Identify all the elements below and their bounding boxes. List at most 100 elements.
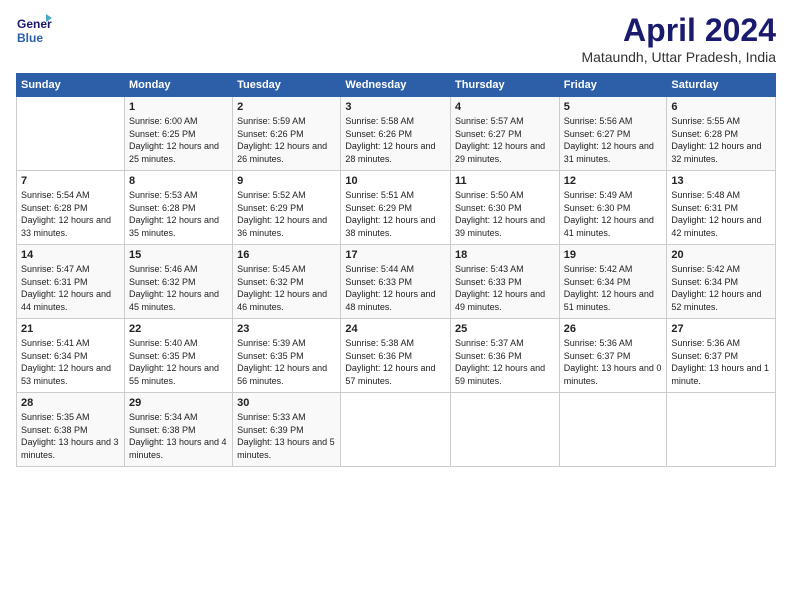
cell-1-1: 8 Sunrise: 5:53 AM Sunset: 6:28 PM Daylig… [124,171,232,245]
day-number: 28 [21,397,120,409]
cell-2-2: 16Sunrise: 5:45 AM Sunset: 6:32 PM Dayli… [233,245,341,319]
cell-0-3: 3 Sunrise: 5:58 AM Sunset: 6:26 PM Daylig… [341,97,451,171]
week-row-3: 21 Sunrise: 5:41 AM Sunset: 6:34 PM Dayli… [17,319,776,393]
day-number: 2 [237,101,336,113]
day-info: Sunrise: 5:53 AM Sunset: 6:28 PM Dayligh… [129,189,228,239]
day-number: 17 [345,249,446,261]
col-header-friday: Friday [559,74,667,97]
day-info: Sunrise: 5:36 AM Sunset: 6:37 PM Dayligh… [564,337,663,387]
week-row-2: 14 Sunrise: 5:47 AM Sunset: 6:31 PM Dayli… [17,245,776,319]
cell-1-5: 12Sunrise: 5:49 AM Sunset: 6:30 PM Dayli… [559,171,667,245]
day-info: Sunrise: 5:59 AM Sunset: 6:26 PM Dayligh… [237,115,336,165]
day-info: Sunrise: 5:56 AM Sunset: 6:27 PM Dayligh… [564,115,663,165]
day-info: Sunrise: 5:39 AM Sunset: 6:35 PM Dayligh… [237,337,336,387]
day-number: 21 [21,323,120,335]
day-info: Sunrise: 5:41 AM Sunset: 6:34 PM Dayligh… [21,337,120,387]
cell-4-3 [341,393,451,467]
day-info: Sunrise: 5:47 AM Sunset: 6:31 PM Dayligh… [21,263,120,313]
day-number: 4 [455,101,555,113]
week-row-0: 1 Sunrise: 6:00 AM Sunset: 6:25 PM Daylig… [17,97,776,171]
day-number: 8 [129,175,228,187]
day-number: 10 [345,175,446,187]
subtitle: Mataundh, Uttar Pradesh, India [581,49,776,65]
cell-0-4: 4 Sunrise: 5:57 AM Sunset: 6:27 PM Daylig… [451,97,560,171]
day-info: Sunrise: 5:58 AM Sunset: 6:26 PM Dayligh… [345,115,446,165]
cell-0-5: 5 Sunrise: 5:56 AM Sunset: 6:27 PM Daylig… [559,97,667,171]
cell-4-1: 29Sunrise: 5:34 AM Sunset: 6:38 PM Dayli… [124,393,232,467]
cell-2-6: 20Sunrise: 5:42 AM Sunset: 6:34 PM Dayli… [667,245,776,319]
day-number: 29 [129,397,228,409]
day-info: Sunrise: 5:51 AM Sunset: 6:29 PM Dayligh… [345,189,446,239]
day-number: 3 [345,101,446,113]
day-info: Sunrise: 5:52 AM Sunset: 6:29 PM Dayligh… [237,189,336,239]
day-number: 25 [455,323,555,335]
cell-2-4: 18 Sunrise: 5:43 AM Sunset: 6:33 PM Dayli… [451,245,560,319]
cell-0-0 [17,97,125,171]
page: General Blue April 2024 Mataundh, Uttar … [0,0,792,612]
day-number: 26 [564,323,663,335]
day-info: Sunrise: 5:35 AM Sunset: 6:38 PM Dayligh… [21,411,120,461]
header: General Blue April 2024 Mataundh, Uttar … [16,12,776,65]
title-block: April 2024 Mataundh, Uttar Pradesh, Indi… [581,12,776,65]
cell-4-6 [667,393,776,467]
cell-3-5: 26 Sunrise: 5:36 AM Sunset: 6:37 PM Dayli… [559,319,667,393]
day-number: 27 [671,323,771,335]
cell-2-0: 14 Sunrise: 5:47 AM Sunset: 6:31 PM Dayli… [17,245,125,319]
day-number: 22 [129,323,228,335]
day-info: Sunrise: 6:00 AM Sunset: 6:25 PM Dayligh… [129,115,228,165]
day-info: Sunrise: 5:57 AM Sunset: 6:27 PM Dayligh… [455,115,555,165]
calendar-table: SundayMondayTuesdayWednesdayThursdayFrid… [16,73,776,467]
day-info: Sunrise: 5:37 AM Sunset: 6:36 PM Dayligh… [455,337,555,387]
day-number: 14 [21,249,120,261]
day-number: 9 [237,175,336,187]
day-info: Sunrise: 5:54 AM Sunset: 6:28 PM Dayligh… [21,189,120,239]
day-number: 24 [345,323,446,335]
day-number: 7 [21,175,120,187]
day-number: 13 [671,175,771,187]
day-info: Sunrise: 5:40 AM Sunset: 6:35 PM Dayligh… [129,337,228,387]
col-header-monday: Monday [124,74,232,97]
col-header-tuesday: Tuesday [233,74,341,97]
day-number: 30 [237,397,336,409]
cell-3-0: 21 Sunrise: 5:41 AM Sunset: 6:34 PM Dayli… [17,319,125,393]
main-title: April 2024 [581,12,776,49]
day-number: 18 [455,249,555,261]
col-header-thursday: Thursday [451,74,560,97]
col-header-sunday: Sunday [17,74,125,97]
cell-2-3: 17 Sunrise: 5:44 AM Sunset: 6:33 PM Dayli… [341,245,451,319]
day-number: 6 [671,101,771,113]
cell-2-5: 19Sunrise: 5:42 AM Sunset: 6:34 PM Dayli… [559,245,667,319]
cell-4-5 [559,393,667,467]
cell-3-4: 25 Sunrise: 5:37 AM Sunset: 6:36 PM Dayli… [451,319,560,393]
day-info: Sunrise: 5:44 AM Sunset: 6:33 PM Dayligh… [345,263,446,313]
cell-1-2: 9 Sunrise: 5:52 AM Sunset: 6:29 PM Daylig… [233,171,341,245]
day-info: Sunrise: 5:43 AM Sunset: 6:33 PM Dayligh… [455,263,555,313]
cell-4-4 [451,393,560,467]
day-number: 19 [564,249,663,261]
day-number: 1 [129,101,228,113]
cell-3-6: 27 Sunrise: 5:36 AM Sunset: 6:37 PM Dayli… [667,319,776,393]
day-info: Sunrise: 5:50 AM Sunset: 6:30 PM Dayligh… [455,189,555,239]
col-header-saturday: Saturday [667,74,776,97]
cell-0-6: 6 Sunrise: 5:55 AM Sunset: 6:28 PM Daylig… [667,97,776,171]
day-number: 11 [455,175,555,187]
day-info: Sunrise: 5:36 AM Sunset: 6:37 PM Dayligh… [671,337,771,387]
cell-3-1: 22 Sunrise: 5:40 AM Sunset: 6:35 PM Dayli… [124,319,232,393]
day-info: Sunrise: 5:55 AM Sunset: 6:28 PM Dayligh… [671,115,771,165]
cell-2-1: 15Sunrise: 5:46 AM Sunset: 6:32 PM Dayli… [124,245,232,319]
cell-4-0: 28 Sunrise: 5:35 AM Sunset: 6:38 PM Dayli… [17,393,125,467]
logo-container: General Blue [16,12,52,48]
day-info: Sunrise: 5:48 AM Sunset: 6:31 PM Dayligh… [671,189,771,239]
day-number: 5 [564,101,663,113]
week-row-1: 7 Sunrise: 5:54 AM Sunset: 6:28 PM Daylig… [17,171,776,245]
day-info: Sunrise: 5:38 AM Sunset: 6:36 PM Dayligh… [345,337,446,387]
cell-3-2: 23 Sunrise: 5:39 AM Sunset: 6:35 PM Dayli… [233,319,341,393]
logo: General Blue [16,12,52,48]
header-row: SundayMondayTuesdayWednesdayThursdayFrid… [17,74,776,97]
svg-text:Blue: Blue [17,31,43,45]
cell-1-3: 10 Sunrise: 5:51 AM Sunset: 6:29 PM Dayli… [341,171,451,245]
day-info: Sunrise: 5:45 AM Sunset: 6:32 PM Dayligh… [237,263,336,313]
day-number: 23 [237,323,336,335]
cell-0-1: 1 Sunrise: 6:00 AM Sunset: 6:25 PM Daylig… [124,97,232,171]
week-row-4: 28 Sunrise: 5:35 AM Sunset: 6:38 PM Dayli… [17,393,776,467]
